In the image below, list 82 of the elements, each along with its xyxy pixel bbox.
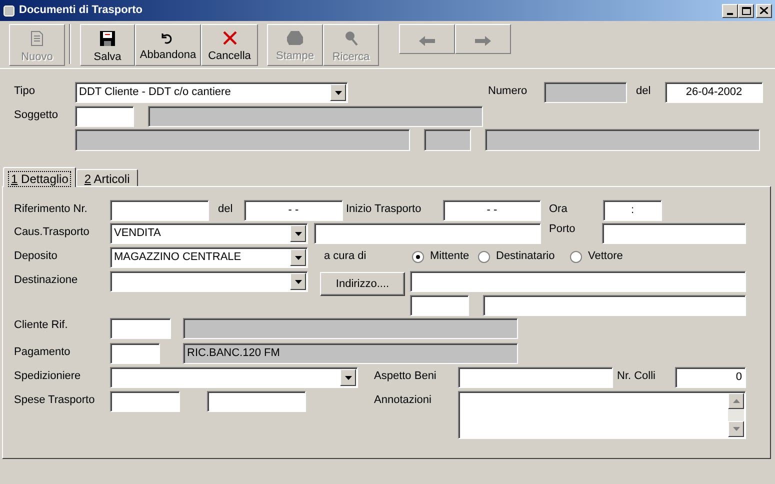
dropdown-field[interactable]: VENDITA: [110, 223, 308, 244]
input-field[interactable]: [75, 106, 134, 127]
right-arrow-icon: [475, 36, 491, 46]
input-field[interactable]: [483, 295, 746, 316]
caret-icon: [344, 376, 352, 380]
close-button[interactable]: [756, 4, 772, 18]
maximize-icon: [742, 6, 750, 14]
field-label: Numero: [488, 84, 528, 99]
field-label: Ora: [549, 202, 568, 217]
minimize-button[interactable]: [722, 4, 738, 18]
caret-icon: [294, 232, 302, 236]
input-field[interactable]: :: [603, 200, 662, 221]
dropdown-field[interactable]: DDT Cliente - DDT c/o cantiere: [75, 82, 348, 103]
radio-button[interactable]: Destinatario: [478, 247, 570, 266]
input-field[interactable]: [410, 271, 746, 292]
close-icon: [222, 31, 236, 45]
input-field[interactable]: [207, 391, 306, 412]
down-caret-icon: [732, 427, 740, 431]
input-field[interactable]: [110, 343, 160, 364]
dropdown-button[interactable]: [290, 273, 306, 290]
input-field[interactable]: [410, 295, 469, 316]
dropdown-value: DDT Cliente - DDT c/o cantiere: [79, 85, 231, 100]
close-icon: [760, 7, 768, 14]
input-field[interactable]: 0: [675, 367, 746, 388]
field-label: Spedizioniere: [14, 369, 82, 384]
dropdown-field[interactable]: [110, 367, 358, 388]
tab[interactable]: 1 Dettaglio: [3, 167, 76, 187]
scrollbar[interactable]: [728, 393, 744, 437]
window-icon: [3, 4, 15, 16]
up-caret-icon: [732, 399, 740, 403]
toolbar-button[interactable]: Salva: [80, 24, 135, 66]
input-field[interactable]: [110, 391, 180, 412]
input-field[interactable]: [314, 223, 541, 244]
left-arrow-icon: [419, 36, 435, 46]
field-label: Tipo: [14, 84, 36, 99]
dropdown-button[interactable]: [290, 249, 306, 266]
caret-icon: [334, 90, 342, 94]
minimize-icon: [727, 12, 733, 14]
input-field[interactable]: - -: [443, 200, 541, 221]
maximize-button[interactable]: [738, 4, 754, 18]
dropdown-field[interactable]: MAGAZZINO CENTRALE: [110, 247, 308, 268]
scroll-down-button[interactable]: [728, 421, 744, 437]
input-field[interactable]: [110, 200, 209, 221]
field-label: Nr. Colli: [617, 369, 657, 384]
field-label: Cliente Rif.: [14, 318, 69, 333]
dropdown-button[interactable]: [340, 369, 356, 386]
toolbar-button[interactable]: Abbandona: [135, 24, 201, 66]
field-label: Caus.Trasporto: [14, 225, 90, 240]
caret-icon: [294, 256, 302, 260]
field-label: Deposito: [14, 249, 58, 264]
toolbar-button[interactable]: Cancella: [201, 24, 258, 66]
field-label: Soggetto: [14, 108, 60, 123]
scroll-up-button[interactable]: [728, 393, 744, 409]
input-field[interactable]: [110, 318, 171, 339]
field-label: a cura di: [324, 249, 368, 264]
address-button[interactable]: Indirizzo....: [320, 272, 405, 296]
field-label: Pagamento: [14, 345, 72, 360]
input-field[interactable]: [458, 367, 613, 388]
dropdown-field[interactable]: [110, 271, 308, 292]
radio-button[interactable]: Mittente: [412, 247, 478, 266]
field-label: Spese Trasporto: [14, 393, 96, 408]
document-icon: [31, 30, 43, 46]
field-label: Destinazione: [14, 273, 79, 288]
dropdown-value: MAGAZZINO CENTRALE: [114, 250, 242, 266]
dropdown-button[interactable]: [330, 84, 346, 101]
input-field[interactable]: [602, 223, 746, 244]
radio-button[interactable]: Vettore: [570, 247, 640, 266]
field-label: Porto: [549, 222, 576, 237]
dropdown-button[interactable]: [290, 225, 306, 242]
field-label: Riferimento Nr.: [14, 202, 88, 217]
field-label: Aspetto Beni: [374, 369, 438, 384]
dropdown-value: VENDITA: [114, 226, 161, 242]
caret-icon: [294, 280, 302, 284]
field-label: del: [636, 84, 652, 99]
input-field[interactable]: 26-04-2002: [665, 82, 763, 103]
window-title: Documenti di Trasporto: [19, 3, 142, 18]
tab[interactable]: 2 Articoli: [76, 169, 138, 186]
field-label: del: [218, 202, 234, 217]
field-label: Annotazioni: [374, 393, 432, 408]
input-field[interactable]: - -: [244, 200, 343, 221]
field-label: Inizio Trasporto: [346, 202, 422, 217]
text-area[interactable]: [458, 391, 746, 439]
